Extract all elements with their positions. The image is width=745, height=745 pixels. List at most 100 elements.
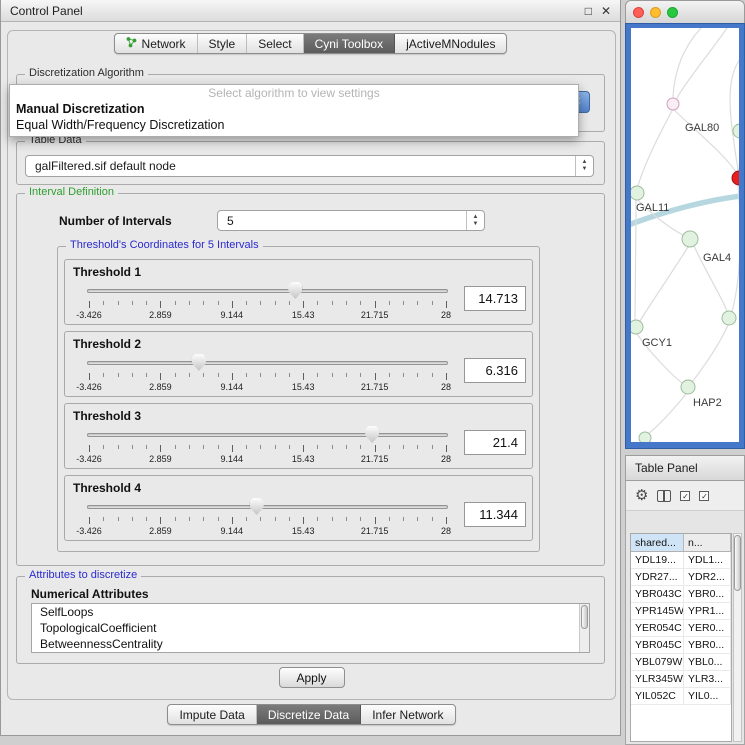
tick-mark [403, 517, 404, 521]
network-edge[interactable] [677, 28, 727, 98]
threshold-value-field[interactable]: 11.344 [464, 502, 526, 527]
tick-mark [275, 301, 276, 305]
tick-mark [432, 445, 433, 449]
network-node[interactable] [639, 432, 651, 442]
network-node-gal11[interactable] [631, 186, 644, 200]
network-node-hap2[interactable] [681, 380, 695, 394]
tick-mark [89, 373, 90, 380]
dropdown-option-equal-width-frequency-discretization[interactable]: Equal Width/Frequency Discretization [10, 117, 578, 133]
slider-thumb[interactable] [288, 282, 302, 299]
combobox-stepper-icon[interactable] [466, 211, 484, 230]
network-canvas[interactable]: GAL80GAL11GAL4GCY1HAP2 [631, 28, 739, 442]
table-row[interactable]: YBL079WYBL0... [631, 654, 731, 671]
tab-impute-data[interactable]: Impute Data [168, 705, 256, 724]
threshold-value-field[interactable]: 14.713 [464, 286, 526, 311]
table-cell: YPR1... [684, 603, 731, 619]
table-cell: YBR045C [631, 637, 684, 653]
table-row[interactable]: YLR345WYLR3... [631, 671, 731, 688]
table-cell: YIL0... [684, 688, 731, 704]
threshold-panel-threshold-4: Threshold 4-3.4262.8599.14415.4321.71528… [64, 475, 533, 541]
column-header-n-[interactable]: n... [684, 534, 731, 551]
table-row[interactable]: YIL052CYIL0... [631, 688, 731, 705]
slider-thumb[interactable] [192, 354, 206, 371]
attribute-item-topologicalcoefficient[interactable]: TopologicalCoefficient [32, 620, 589, 636]
list-scrollbar-thumb[interactable] [581, 605, 588, 629]
apply-button[interactable]: Apply [279, 667, 345, 688]
table-cell: YDL1... [684, 552, 731, 568]
zoom-button[interactable] [667, 7, 678, 18]
table-cell: YPR145W [631, 603, 684, 619]
node-attribute-table[interactable]: shared...n... YDL19...YDL1...YDR27...YDR… [630, 533, 732, 742]
network-graph[interactable]: GAL80GAL11GAL4GCY1HAP2 [631, 28, 739, 442]
tab-label: Cyni Toolbox [315, 37, 383, 51]
network-edge[interactable] [648, 394, 686, 434]
scale-label: 2.859 [149, 382, 172, 392]
tick-mark [175, 517, 176, 521]
slider-scale: -3.4262.8599.14415.4321.71528 [89, 382, 446, 393]
network-edge[interactable] [635, 200, 636, 319]
threshold-value-field[interactable]: 6.316 [464, 358, 526, 383]
threshold-slider[interactable]: -3.4262.8599.14415.4321.71528 [87, 498, 448, 538]
dropdown-option-manual-discretization[interactable]: Manual Discretization [10, 101, 578, 117]
tab-infer-network[interactable]: Infer Network [361, 705, 454, 724]
attribute-item-selfloops[interactable]: SelfLoops [32, 604, 589, 620]
table-row[interactable]: YPR145WYPR1... [631, 603, 731, 620]
attribute-item-betweennesscentrality[interactable]: BetweennessCentrality [32, 636, 589, 652]
tick-mark [246, 373, 247, 377]
table-scrollbar-thumb[interactable] [734, 535, 741, 591]
network-edge[interactable] [693, 325, 728, 381]
select-all-checkbox-icon[interactable] [680, 491, 690, 501]
tab-discretize-data[interactable]: Discretize Data [257, 705, 361, 724]
network-node-gal80[interactable] [733, 124, 739, 138]
table-panel-title: Table Panel [625, 455, 745, 481]
threshold-value-field[interactable]: 21.4 [464, 430, 526, 455]
network-edge[interactable] [640, 247, 688, 321]
threshold-slider[interactable]: -3.4262.8599.14415.4321.71528 [87, 282, 448, 322]
network-node-gcy1[interactable] [631, 320, 643, 334]
threshold-slider[interactable]: -3.4262.8599.14415.4321.71528 [87, 354, 448, 394]
slider-scale: -3.4262.8599.14415.4321.71528 [89, 526, 446, 537]
number-of-intervals-combobox[interactable]: 5 [217, 210, 485, 231]
columns-icon[interactable] [657, 490, 671, 502]
tick-mark [446, 517, 447, 524]
network-edge[interactable] [732, 185, 739, 312]
network-edge[interactable] [638, 109, 673, 186]
slider-thumb[interactable] [365, 426, 379, 443]
network-node[interactable] [732, 171, 739, 185]
network-edge[interactable] [673, 109, 736, 172]
numerical-attributes-list[interactable]: SelfLoopsTopologicalCoefficientBetweenne… [31, 603, 590, 653]
network-node[interactable] [722, 311, 736, 325]
tab-cyni-toolbox[interactable]: Cyni Toolbox [304, 34, 395, 53]
tab-network[interactable]: Network [115, 34, 198, 53]
tick-mark [403, 445, 404, 449]
table-row[interactable]: YDR27...YDR2... [631, 569, 731, 586]
float-window-icon[interactable]: □ [585, 5, 592, 17]
tick-mark [317, 301, 318, 305]
minimize-button[interactable] [650, 7, 661, 18]
tick-mark [303, 517, 304, 524]
threshold-slider[interactable]: -3.4262.8599.14415.4321.71528 [87, 426, 448, 466]
table-row[interactable]: YBR045CYBR0... [631, 637, 731, 654]
table-scrollbar[interactable] [733, 533, 742, 742]
column-header-shared-[interactable]: shared... [631, 534, 684, 551]
table-row[interactable]: YDL19...YDL1... [631, 552, 731, 569]
tick-mark [246, 445, 247, 449]
settings-gear-icon[interactable] [635, 486, 648, 505]
select-none-checkbox-icon[interactable] [699, 491, 709, 501]
slider-thumb[interactable] [250, 498, 264, 515]
network-edge[interactable] [730, 58, 739, 170]
table-row[interactable]: YER054CYER0... [631, 620, 731, 637]
close-button[interactable] [633, 7, 644, 18]
combobox-stepper-icon[interactable] [575, 156, 593, 176]
list-scrollbar[interactable] [579, 604, 589, 652]
table-data-combobox[interactable]: galFiltered.sif default node [25, 155, 594, 177]
network-node-gal4[interactable] [682, 231, 698, 247]
slider-ticks [89, 373, 446, 381]
network-node[interactable] [667, 98, 679, 110]
tab-jactivemnodules[interactable]: jActiveMNodules [395, 34, 506, 53]
tab-select[interactable]: Select [247, 34, 303, 53]
table-row[interactable]: YBR043CYBR0... [631, 586, 731, 603]
close-window-icon[interactable]: ✕ [601, 5, 611, 17]
tab-style[interactable]: Style [198, 34, 248, 53]
network-edge[interactable] [673, 28, 701, 97]
